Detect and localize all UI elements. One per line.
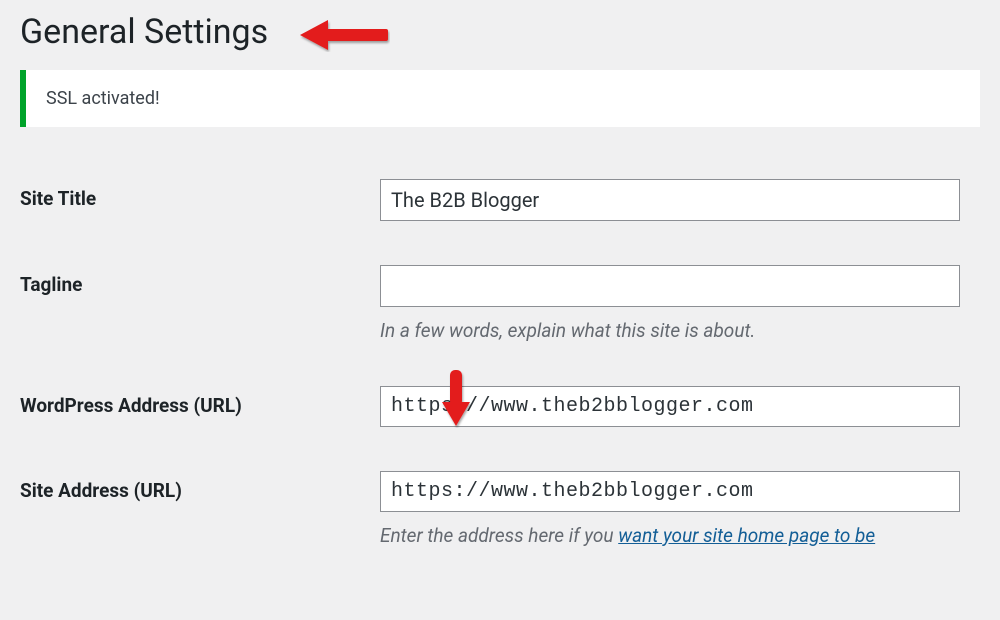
row-site-title: Site Title (20, 157, 980, 243)
ssl-notice: SSL activated! (20, 70, 980, 127)
row-tagline: Tagline In a few words, explain what thi… (20, 243, 980, 364)
input-site-title[interactable] (380, 179, 960, 221)
label-site-title: Site Title (20, 157, 380, 243)
notice-message: SSL activated! (46, 88, 160, 109)
label-site-url: Site Address (URL) (20, 449, 380, 569)
description-tagline: In a few words, explain what this site i… (380, 319, 980, 342)
link-home-page-info[interactable]: want your site home page to be (618, 524, 875, 547)
input-site-url[interactable] (380, 471, 960, 512)
settings-form-table: Site Title Tagline In a few words, expla… (20, 157, 980, 569)
description-site-url: Enter the address here if you want your … (380, 524, 980, 547)
description-site-url-prefix: Enter the address here if you (380, 524, 618, 547)
page-title: General Settings (20, 0, 980, 70)
row-wp-url: WordPress Address (URL) (20, 364, 980, 449)
input-tagline[interactable] (380, 265, 960, 307)
input-wp-url[interactable] (380, 386, 960, 427)
label-wp-url: WordPress Address (URL) (20, 364, 380, 449)
row-site-url: Site Address (URL) Enter the address her… (20, 449, 980, 569)
label-tagline: Tagline (20, 243, 380, 364)
